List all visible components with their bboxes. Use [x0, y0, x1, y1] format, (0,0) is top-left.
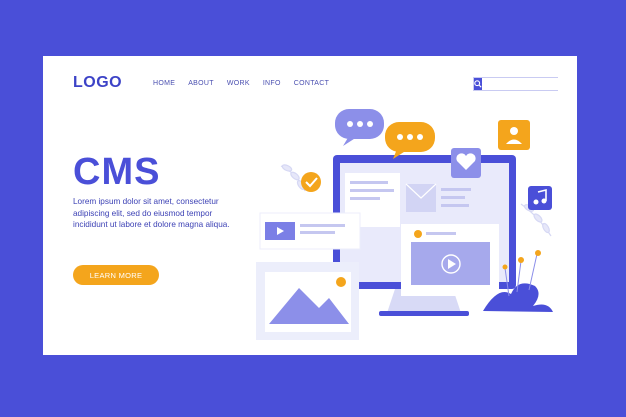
music-note-icon	[528, 186, 552, 210]
check-icon	[301, 172, 321, 192]
hero-description: Lorem ipsum dolor sit amet, consectetur …	[73, 197, 230, 229]
video-list-card	[259, 212, 361, 250]
search-button[interactable]	[474, 78, 482, 90]
main-nav: HOME ABOUT WORK INFO CONTACT	[153, 80, 329, 87]
search-bar	[473, 77, 566, 91]
video-card	[401, 224, 499, 296]
learn-more-button[interactable]: LEARN MORE	[73, 265, 159, 285]
user-icon	[498, 120, 530, 150]
image-card	[256, 262, 359, 340]
logo[interactable]: LOGO	[73, 74, 122, 92]
page-title: CMS	[73, 151, 161, 193]
landing-card: LOGO HOME ABOUT WORK INFO CONTACT CMS Lo…	[43, 56, 577, 355]
chat-bubble-icon	[335, 109, 384, 146]
heart-icon	[451, 148, 481, 178]
nav-home[interactable]: HOME	[153, 80, 175, 87]
nav-about[interactable]: ABOUT	[188, 80, 214, 87]
chat-bubble-alt-icon	[385, 122, 435, 159]
nav-contact[interactable]: CONTACT	[294, 80, 329, 87]
nav-work[interactable]: WORK	[227, 80, 250, 87]
search-input[interactable]	[482, 78, 566, 90]
search-icon	[474, 80, 482, 88]
nav-info[interactable]: INFO	[263, 80, 281, 87]
